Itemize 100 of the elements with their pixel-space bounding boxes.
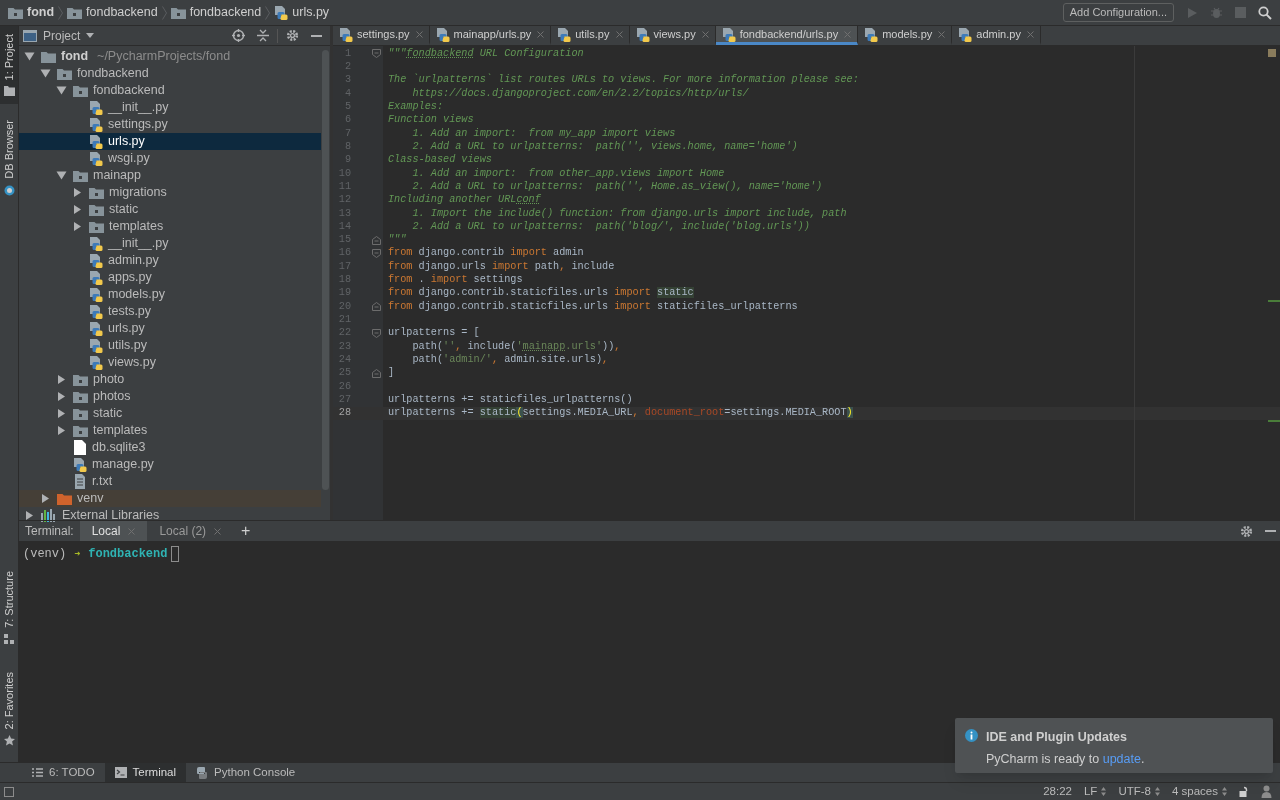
- add-configuration-button[interactable]: Add Configuration...: [1062, 3, 1174, 22]
- panel-title[interactable]: Project: [43, 26, 81, 45]
- collapse-arrow-icon[interactable]: [72, 222, 83, 231]
- editor-tab[interactable]: settings.py: [333, 26, 430, 45]
- tree-row[interactable]: venv: [19, 490, 321, 507]
- caret-icon[interactable]: [86, 33, 95, 38]
- status-text[interactable]: 4 spaces: [1171, 782, 1218, 800]
- expand-arrow-icon[interactable]: [56, 171, 67, 180]
- code-line: urlpatterns = [: [388, 328, 480, 339]
- tool-window-tab[interactable]: 6: TODO: [22, 763, 105, 782]
- new-tab-button[interactable]: +: [233, 523, 259, 539]
- tree-item[interactable]: wsgi.py: [108, 152, 150, 165]
- tree-item[interactable]: admin.py: [108, 254, 159, 267]
- editor-tab[interactable]: views.py: [629, 26, 716, 45]
- tree-item[interactable]: manage.py: [92, 458, 154, 471]
- fold-marker-icon[interactable]: [372, 302, 381, 312]
- tree-item[interactable]: __init__.py: [108, 237, 169, 250]
- expand-arrow-icon[interactable]: [40, 69, 51, 78]
- python-icon: [196, 766, 209, 779]
- tree-item[interactable]: External Libraries: [62, 509, 160, 522]
- tree-item[interactable]: urls.py: [108, 135, 145, 148]
- fold-marker-icon[interactable]: [372, 369, 381, 379]
- close-icon[interactable]: [1026, 30, 1034, 38]
- tree-item[interactable]: venv: [77, 492, 104, 505]
- collapse-arrow-icon[interactable]: [56, 392, 67, 401]
- status-text[interactable]: 28:22: [1043, 782, 1072, 800]
- tree-item[interactable]: urls.py: [108, 322, 145, 335]
- collapse-icon[interactable]: [257, 29, 269, 42]
- status-text[interactable]: LF: [1083, 782, 1098, 800]
- editor-tab[interactable]: admin.py: [952, 26, 1041, 45]
- tree-item[interactable]: tests.py: [108, 305, 152, 318]
- tree-item[interactable]: photos: [93, 390, 131, 403]
- fold-marker-icon[interactable]: [372, 249, 381, 259]
- tree-item[interactable]: fond: [61, 50, 89, 63]
- settings-icon[interactable]: [1240, 524, 1253, 538]
- close-icon[interactable]: [415, 30, 423, 38]
- change-marker[interactable]: [1268, 420, 1280, 422]
- text-file-icon: [74, 474, 86, 489]
- close-icon[interactable]: [214, 527, 222, 535]
- fold-marker-icon[interactable]: [372, 235, 381, 245]
- settings-icon[interactable]: [286, 29, 299, 42]
- status-text[interactable]: UTF-8: [1118, 782, 1151, 800]
- collapse-arrow-icon[interactable]: [72, 188, 83, 197]
- tree-item[interactable]: apps.py: [108, 271, 152, 284]
- breadcrumb[interactable]: fond: [27, 3, 55, 22]
- close-icon[interactable]: [615, 30, 623, 38]
- fold-marker-icon[interactable]: [372, 49, 381, 59]
- collapse-arrow-icon[interactable]: [56, 409, 67, 418]
- tree-item[interactable]: views.py: [108, 356, 156, 369]
- minimize-icon[interactable]: [311, 34, 322, 37]
- tree-item[interactable]: photo: [93, 373, 125, 386]
- tree-item[interactable]: templates: [109, 220, 164, 233]
- tool-window-tab[interactable]: DB Browser: [0, 120, 18, 180]
- code-line: path('admin/', admin.site.urls),: [411, 355, 609, 366]
- tree-item[interactable]: __init__.py: [108, 101, 169, 114]
- tree-item[interactable]: r.txt: [92, 475, 113, 488]
- lock-icon[interactable]: [1239, 785, 1249, 798]
- tool-window-tab[interactable]: Python Console: [186, 763, 306, 782]
- tree-item[interactable]: models.py: [108, 288, 165, 301]
- tree-item[interactable]: db.sqlite3: [92, 441, 146, 454]
- tool-window-tab[interactable]: 7: Structure: [0, 570, 18, 628]
- breadcrumb[interactable]: urls.py: [292, 3, 330, 22]
- collapse-arrow-icon[interactable]: [72, 205, 83, 214]
- breadcrumb[interactable]: fondbackend: [189, 3, 262, 22]
- search-icon[interactable]: [1258, 5, 1272, 20]
- panel-toggle-icon[interactable]: [4, 786, 14, 797]
- editor-tab[interactable]: models.py: [858, 26, 953, 45]
- update-link[interactable]: update: [1102, 751, 1141, 766]
- expand-arrow-icon[interactable]: [56, 86, 67, 95]
- tree-item[interactable]: fondbackend: [77, 67, 149, 80]
- collapse-arrow-icon[interactable]: [40, 494, 51, 503]
- editor-tab[interactable]: fondbackend/urls.py: [715, 26, 859, 45]
- collapse-arrow-icon[interactable]: [56, 426, 67, 435]
- collapse-arrow-icon[interactable]: [24, 511, 35, 520]
- close-icon[interactable]: [701, 30, 709, 38]
- tree-item[interactable]: migrations: [109, 186, 167, 199]
- session-tab[interactable]: Local: [79, 521, 148, 541]
- locate-icon[interactable]: [232, 29, 245, 42]
- breadcrumb[interactable]: fondbackend: [86, 3, 158, 22]
- tree-row[interactable]: urls.py: [19, 133, 321, 150]
- tree-item[interactable]: static: [109, 203, 139, 216]
- tree-item[interactable]: templates: [93, 424, 148, 437]
- tree-item[interactable]: static: [93, 407, 123, 420]
- folder-icon: [8, 6, 23, 19]
- tree-item[interactable]: utils.py: [108, 339, 147, 352]
- tool-window-tab[interactable]: 2: Favorites: [0, 671, 18, 729]
- collapse-arrow-icon[interactable]: [56, 375, 67, 384]
- tree-item[interactable]: mainapp: [93, 169, 141, 182]
- tool-window-tab[interactable]: Terminal: [104, 763, 187, 782]
- expand-arrow-icon[interactable]: [24, 52, 35, 61]
- close-icon[interactable]: [537, 30, 545, 38]
- scrollbar-thumb[interactable]: [322, 50, 329, 490]
- tree-item[interactable]: fondbackend: [93, 84, 165, 97]
- editor-tab[interactable]: utils.py: [551, 26, 630, 45]
- tree-item[interactable]: settings.py: [108, 118, 168, 131]
- python-file-icon: [89, 100, 103, 115]
- fold-marker-icon[interactable]: [372, 329, 381, 339]
- editor-tab[interactable]: mainapp/urls.py: [429, 26, 552, 45]
- close-icon[interactable]: [938, 30, 946, 38]
- change-marker[interactable]: [1268, 300, 1280, 302]
